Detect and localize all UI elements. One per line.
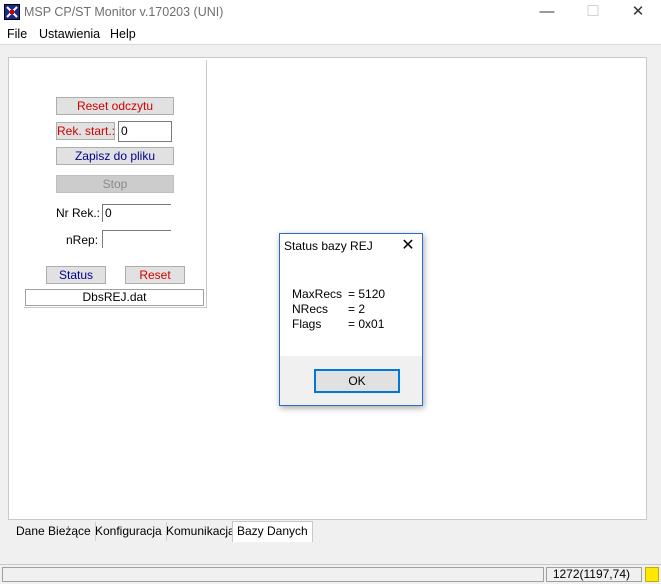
dialog-body: MaxRecs = 5120 NRecs = 2 Flags = 0x01 [280,258,422,356]
nr-rek-field[interactable]: 0 [102,204,171,222]
ok-button[interactable]: OK [314,369,400,393]
tab-konfiguracja[interactable]: Konfiguracja [91,522,167,541]
filename-display: DbsREJ.dat [25,289,204,306]
status-bar: 1272(1197,74) [0,564,661,584]
nrep-field[interactable] [102,230,171,248]
stat-value-maxrecs: = 5120 [348,287,386,301]
status-button[interactable]: Status [46,266,106,284]
dialog-close-icon[interactable]: ✕ [398,236,418,256]
stat-key-maxrecs: MaxRecs [292,287,343,301]
maximize-icon: ☐ [586,3,600,20]
close-icon: ✕ [631,3,645,20]
status-coords: 1272(1197,74) [546,567,642,582]
rek-start-button[interactable]: Rek. start.: [56,122,115,140]
status-dialog: Status bazy REJ ✕ MaxRecs = 5120 NRecs =… [279,233,423,406]
tab-bazy-danych[interactable]: Bazy Danych [232,521,313,542]
reset-odczytu-button[interactable]: Reset odczytu [56,97,174,115]
minimize-button[interactable]: — [524,0,570,26]
menu-help[interactable]: Help [110,27,136,41]
zapisz-do-pliku-button[interactable]: Zapisz do pliku [56,147,174,165]
rek-start-input[interactable]: 0 [118,121,172,142]
close-window-button[interactable]: ✕ [615,0,661,26]
menu-ustawienia[interactable]: Ustawienia [39,27,100,41]
dialog-title-bar: Status bazy REJ ✕ [280,234,422,258]
stat-value-nrecs: = 2 [348,302,366,316]
stat-key-flags: Flags [292,317,322,331]
nrep-label: nRep: [66,233,99,247]
nr-rek-label: Nr Rek.: [56,206,101,220]
app-icon[interactable] [4,4,20,20]
status-indicator [645,567,659,582]
status-panel-main [2,567,544,582]
minimize-icon: — [539,3,555,20]
dialog-title: Status bazy REJ [284,239,373,253]
menu-bar: File Ustawienia Help [0,26,661,45]
stat-key-nrecs: NRecs [292,302,329,316]
tab-dane-biezace[interactable]: Dane Bieżące [12,522,96,541]
tab-komunikacja[interactable]: Komunikacja [162,522,240,541]
stat-value-flags: = 0x01 [348,317,385,331]
stop-button[interactable]: Stop [56,175,174,193]
maximize-button[interactable]: ☐ [570,0,616,26]
reset-button[interactable]: Reset [125,266,185,284]
title-bar: MSP CP/ST Monitor v.170203 (UNI) — ☐ ✕ [0,0,661,26]
window-title: MSP CP/ST Monitor v.170203 (UNI) [24,5,224,19]
menu-file[interactable]: File [7,27,27,41]
